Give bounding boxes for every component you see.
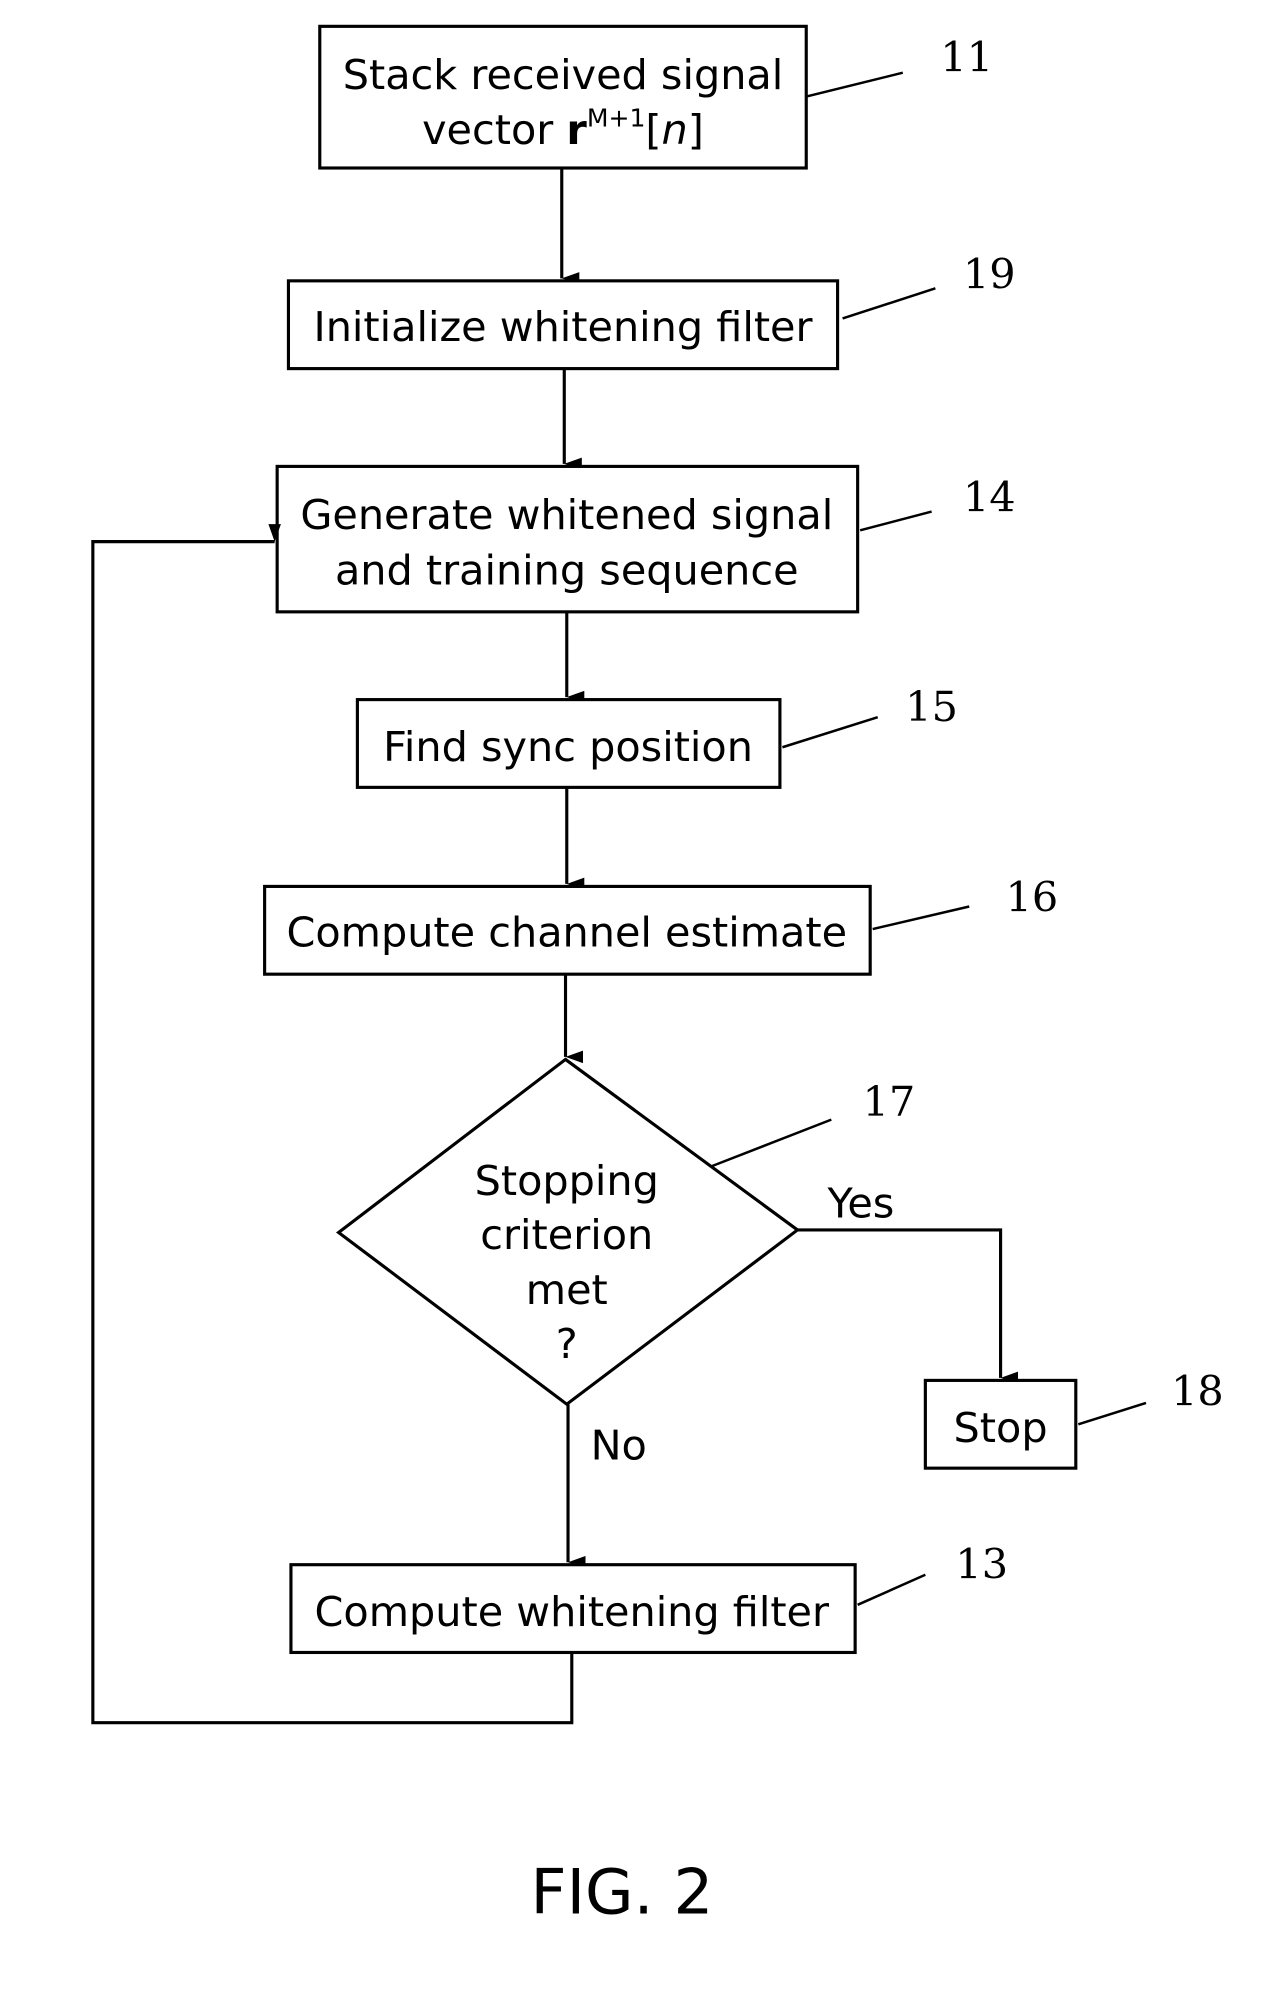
step-13-compute-filter: Compute whitening filter 13 [289,1540,1008,1655]
step-14-generate-whitened: Generate whitened signal and training se… [275,464,1016,614]
arrow-yes-to-18 [797,1228,1019,1385]
branch-yes-label: Yes [827,1179,895,1227]
step-19-ref: 19 [963,250,1016,298]
step-14-line1: Generate whitened signal [300,491,833,539]
branch-no-label: No [591,1421,647,1469]
step-17-line1: Stopping [475,1157,659,1205]
step-16-text: Compute channel estimate [286,909,847,957]
step-16-channel-estimate: Compute channel estimate 16 [263,873,1059,976]
step-17-ref: 17 [863,1078,916,1126]
step-17-line4: ? [556,1320,578,1368]
step-18-ref: 18 [1171,1367,1224,1415]
flowchart: Stack received signal vector rM+1[n] 11 … [91,24,1224,1928]
step-14-leader-line [859,510,932,532]
step-14-ref: 14 [963,474,1016,522]
step-11-leader-line [805,71,904,98]
step-14-line2: and training sequence [335,546,799,594]
step-17-line3: met [526,1266,608,1314]
step-18-stop: Stop 18 [923,1367,1224,1470]
step-17-decision: Stopping criterion met ? 17 [335,1057,916,1407]
step-13-leader-line [857,1573,926,1606]
step-11-ref: 11 [940,33,993,81]
step-19-init-filter: Initialize whitening filter 19 [286,250,1016,371]
step-11-line2: vector rM+1[n] [422,104,704,155]
step-15-text: Find sync position [383,723,753,771]
step-11-stack-signal: Stack received signal vector rM+1[n] 11 [318,24,993,170]
step-17-leader-line [711,1118,832,1168]
step-13-text: Compute whitening filter [315,1588,829,1636]
step-16-leader-line [872,905,970,931]
step-15-find-sync: Find sync position 15 [355,683,958,789]
step-16-ref: 16 [1006,873,1059,921]
step-18-leader-line [1077,1401,1147,1426]
step-13-ref: 13 [955,1540,1008,1588]
step-18-text: Stop [954,1404,1048,1452]
step-19-leader-line [842,287,936,320]
step-19-text: Initialize whitening filter [314,303,813,351]
step-17-line2: criterion [480,1211,653,1259]
step-15-leader-line [782,715,879,749]
figure-label: FIG. 2 [531,1855,714,1928]
step-15-ref: 15 [905,683,958,731]
step-11-line1: Stack received signal [343,51,784,99]
